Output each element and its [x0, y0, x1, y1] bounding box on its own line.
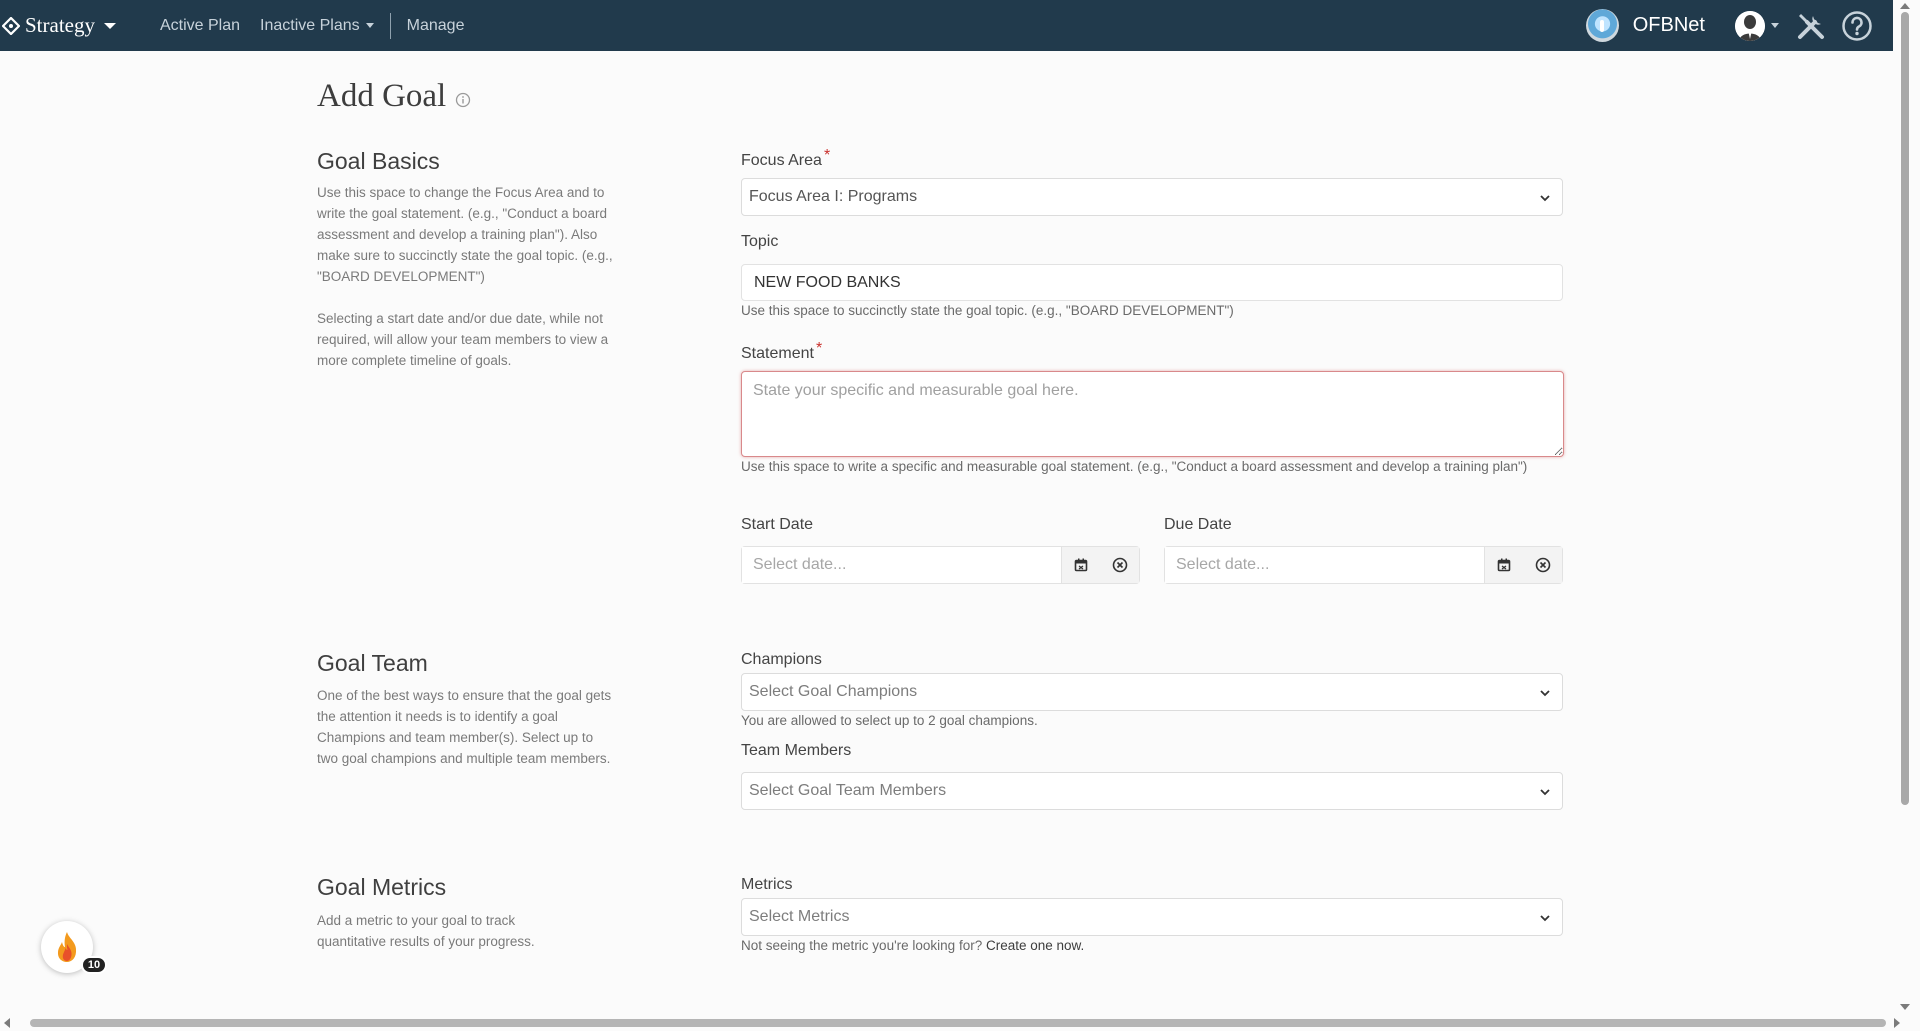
clear-circle-icon [1112, 557, 1128, 573]
nav-active-plan[interactable]: Active Plan [160, 17, 240, 35]
champions-placeholder: Select Goal Champions [749, 683, 918, 700]
tools-icon[interactable] [1795, 10, 1827, 42]
horizontal-scroll-thumb[interactable] [30, 1019, 1886, 1027]
navbar-right: OFBNet [1585, 0, 1893, 51]
metrics-placeholder: Select Metrics [749, 908, 850, 925]
team-members-label: Team Members [741, 742, 852, 759]
metrics-help: Not seeing the metric you're looking for… [741, 936, 1571, 956]
champions-help: You are allowed to select up to 2 goal c… [741, 713, 1038, 728]
topic-label: Topic [741, 233, 779, 250]
due-date-clear-button[interactable] [1523, 547, 1562, 583]
topic-help: Use this space to succinctly state the g… [741, 303, 1234, 318]
calendar-icon [1497, 558, 1511, 572]
nav-inactive-plans[interactable]: Inactive Plans [260, 17, 374, 35]
required-marker: * [815, 340, 823, 357]
statement-label-text: Statement [741, 345, 814, 362]
topic-input[interactable] [741, 264, 1563, 301]
due-date-input[interactable] [1165, 547, 1485, 583]
start-date-input[interactable] [742, 547, 1062, 583]
brand-caret-icon [103, 22, 116, 29]
champions-select[interactable]: Select Goal Champions [741, 673, 1563, 711]
vertical-scrollbar[interactable] [1893, 0, 1920, 1031]
user-avatar-icon [1735, 10, 1765, 41]
scroll-up-arrow-icon[interactable] [1900, 3, 1910, 9]
statement-help: Use this space to write a specific and m… [741, 459, 1528, 474]
chevron-down-icon [1539, 686, 1551, 704]
page-title: Add Goal [317, 76, 471, 117]
horizontal-scrollbar[interactable] [0, 1013, 1900, 1031]
due-date-label: Due Date [1164, 516, 1232, 533]
start-date-group [741, 546, 1140, 584]
brand-label: Strategy [25, 13, 95, 37]
due-date-calendar-button[interactable] [1485, 547, 1524, 583]
start-date-label: Start Date [741, 516, 814, 533]
goal-team-title: Goal Team [317, 650, 428, 676]
metrics-select[interactable]: Select Metrics [741, 898, 1563, 936]
goal-basics-description: Use this space to change the Focus Area … [317, 182, 617, 392]
focus-area-value: Focus Area I: Programs [749, 188, 918, 205]
goal-basics-desc-2: Selecting a start date and/or due date, … [317, 311, 609, 368]
nav-inactive-plans-label: Inactive Plans [260, 16, 360, 34]
goal-team-description: One of the best ways to ensure that the … [317, 688, 612, 766]
chevron-down-icon [1539, 191, 1551, 209]
goal-basics-desc-1: Use this space to change the Focus Area … [317, 185, 613, 284]
team-members-placeholder: Select Goal Team Members [749, 782, 947, 799]
due-date-group [1164, 546, 1563, 584]
focus-area-select[interactable]: Focus Area I: Programs [741, 178, 1563, 216]
goal-basics-title: Goal Basics [317, 148, 440, 174]
fire-icon [57, 932, 77, 962]
nav-divider [389, 12, 391, 39]
start-date-clear-button[interactable] [1100, 547, 1139, 583]
calendar-icon [1074, 558, 1088, 572]
metrics-help-text: Not seeing the metric you're looking for… [741, 938, 983, 953]
required-marker: * [823, 147, 831, 164]
top-navbar: Strategy Active Plan Inactive Plans Mana… [0, 0, 1893, 51]
streak-count: 10 [81, 956, 107, 974]
info-icon[interactable] [455, 80, 471, 117]
scroll-down-arrow-icon[interactable] [1900, 1004, 1910, 1010]
scroll-left-arrow-icon[interactable] [4, 1018, 10, 1028]
user-menu[interactable] [1735, 10, 1779, 41]
page-title-text: Add Goal [317, 78, 447, 114]
champions-label: Champions [741, 651, 822, 668]
focus-area-label: Focus Area * [741, 147, 830, 170]
statement-textarea[interactable] [741, 371, 1564, 457]
scroll-right-arrow-icon[interactable] [1894, 1018, 1900, 1028]
nav-manage[interactable]: Manage [407, 17, 465, 35]
help-icon[interactable] [1841, 10, 1873, 42]
goal-metrics-description: Add a metric to your goal to track quant… [317, 913, 535, 949]
start-date-calendar-button[interactable] [1062, 547, 1101, 583]
chevron-down-icon [1539, 911, 1551, 929]
clear-circle-icon [1535, 557, 1551, 573]
goal-metrics-title: Goal Metrics [317, 874, 447, 900]
vertical-scroll-thumb[interactable] [1901, 12, 1909, 805]
create-metric-link[interactable]: Create one now. [986, 938, 1084, 953]
org-logo-icon[interactable] [1585, 9, 1619, 42]
inactive-plans-caret-icon [365, 23, 374, 28]
brand-menu[interactable]: Strategy [2, 13, 116, 38]
chevron-down-icon [1539, 785, 1551, 803]
strategy-logo-icon [2, 16, 20, 35]
statement-label: Statement * [741, 340, 822, 363]
metrics-label: Metrics [741, 876, 793, 893]
focus-area-label-text: Focus Area [741, 152, 822, 169]
team-members-select[interactable]: Select Goal Team Members [741, 772, 1563, 810]
streak-badge-button[interactable]: 10 [41, 921, 107, 974]
user-menu-caret-icon [1771, 23, 1779, 28]
org-name[interactable]: OFBNet [1633, 14, 1705, 37]
